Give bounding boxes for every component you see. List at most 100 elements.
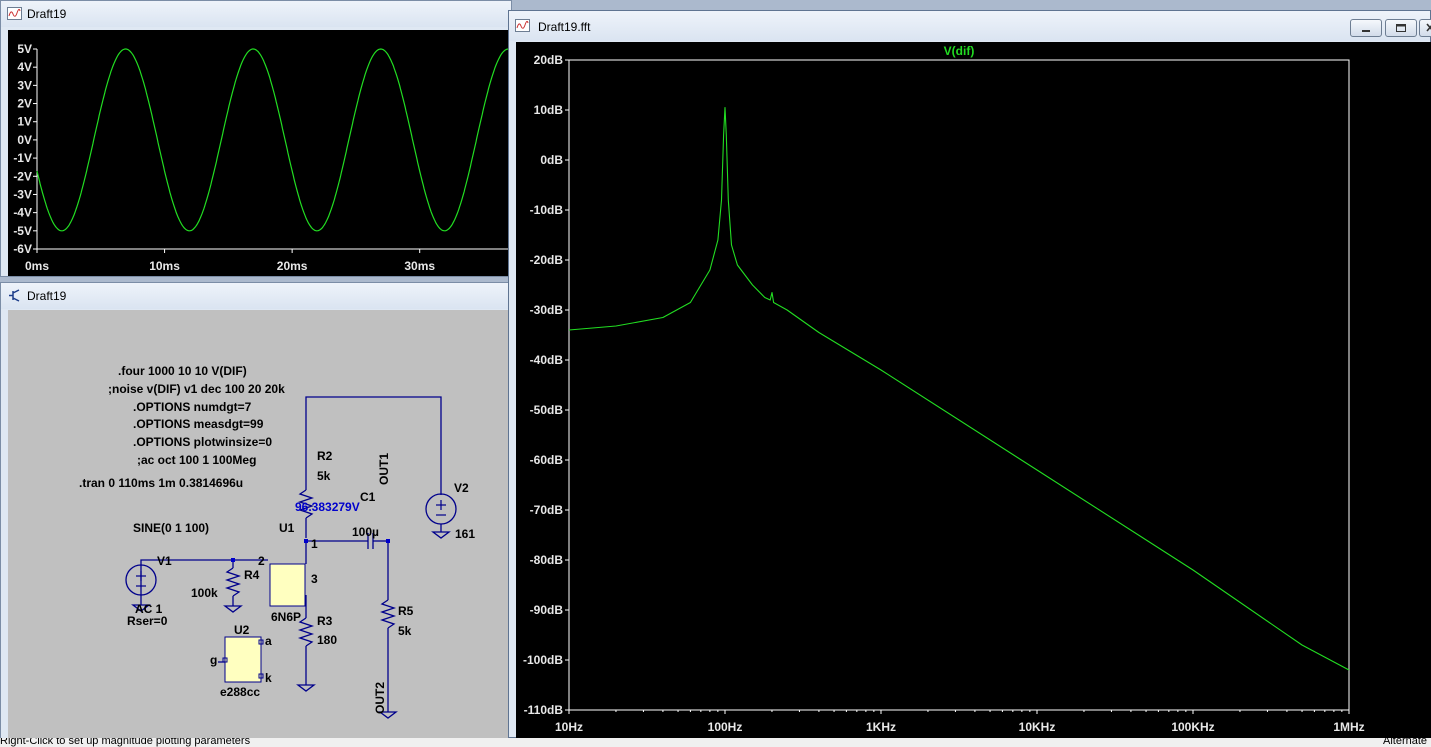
tran-y-tick-label: -1V: [13, 151, 32, 165]
fft-y-tick-label: -30dB: [530, 303, 564, 317]
schematic-wiring: [125, 396, 457, 719]
u1-body: [269, 563, 306, 607]
fft-plot-area[interactable]: V(dif) 20dB 10dB 0dB -10dB -20dB -30dB -40dB -50…: [516, 42, 1431, 739]
r5-label[interactable]: R5: [398, 604, 413, 618]
fft-x-tick-label: 10KHz: [1019, 720, 1056, 734]
fft-x-tick-label: 1KHz: [866, 720, 896, 734]
fft-window-title: Draft19.fft: [538, 20, 591, 34]
waveform-window[interactable]: Draft19 5V 4V 3V 2V 1V 0V -1V -2V -3V -4V -5V -6V 0m…: [0, 0, 512, 277]
r3-zigzag: [297, 617, 315, 647]
schematic-window[interactable]: Draft19 .four 1000 10 10 V(DIF) ;noise v…: [0, 282, 512, 740]
u2-pin-a: a: [265, 634, 272, 648]
transient-plot-area[interactable]: 5V 4V 3V 2V 1V 0V -1V -2V -3V -4V -5V -6V 0ms 10ms 20m…: [8, 30, 509, 276]
status-text: Right-Click to set up magnitude plotting…: [0, 738, 251, 747]
r2-value[interactable]: 5k: [317, 469, 330, 483]
c1-value[interactable]: 100µ: [352, 525, 379, 539]
fft-trace[interactable]: [568, 106, 1350, 671]
tran-x-tick-label: 10ms: [149, 259, 180, 273]
directive-noise[interactable]: ;noise v(DIF) v1 dec 100 20 20k: [108, 382, 285, 396]
fft-y-tick-label: -80dB: [530, 553, 564, 567]
status-right-text: Alternate: [1383, 738, 1428, 747]
fft-y-tick-label: -40dB: [530, 353, 564, 367]
close-button[interactable]: [1419, 19, 1431, 37]
fft-y-tick-label: -70dB: [530, 503, 564, 517]
waveform-icon: [515, 19, 530, 32]
fft-y-tick-label: 20dB: [534, 53, 564, 67]
fft-y-tick-label: -100dB: [523, 653, 563, 667]
fft-plot-frame: [568, 59, 1350, 711]
directive-ac[interactable]: ;ac oct 100 1 100Meg: [137, 453, 256, 467]
r3-label[interactable]: R3: [317, 614, 332, 628]
fft-titlebar[interactable]: Draft19.fft: [509, 11, 1431, 41]
close-icon: [1426, 23, 1431, 32]
u2-label[interactable]: U2: [234, 623, 249, 637]
fft-x-tick-label: 100KHz: [1171, 720, 1214, 734]
fft-window[interactable]: Draft19.fft V(dif) 20dB 10dB 0dB -10dB -20dB -…: [508, 10, 1431, 739]
schematic-titlebar[interactable]: Draft19: [1, 283, 511, 309]
r4-label[interactable]: R4: [244, 568, 259, 582]
tran-y-tick-label: -6V: [13, 242, 32, 256]
fft-y-tick-label: -110dB: [524, 703, 564, 717]
tran-y-tick-label: 5V: [17, 42, 32, 56]
fft-y-tick-label: -10dB: [530, 203, 564, 217]
v1-label[interactable]: V1: [157, 554, 172, 568]
fft-x-tick-label: 100Hz: [708, 720, 743, 734]
r5-value[interactable]: 5k: [398, 624, 411, 638]
c1-label[interactable]: C1: [360, 490, 375, 504]
v1-rser[interactable]: Rser=0: [127, 614, 167, 628]
fft-y-tick-label: -90dB: [530, 603, 564, 617]
tran-x-tick-label: 30ms: [404, 259, 435, 273]
tran-y-tick-label: 0V: [17, 133, 32, 147]
u1-label[interactable]: U1: [279, 521, 294, 535]
r2-label[interactable]: R2: [317, 449, 332, 463]
status-bar: Right-Click to set up magnitude plotting…: [0, 738, 1431, 747]
r4-value[interactable]: 100k: [191, 586, 218, 600]
fft-y-tick-label: -60dB: [530, 453, 564, 467]
minimize-button[interactable]: [1350, 19, 1382, 37]
schematic-window-title: Draft19: [27, 289, 67, 303]
fft-y-tick-label: 10dB: [534, 103, 564, 117]
directive-numdgt[interactable]: .OPTIONS numdgt=7: [133, 400, 251, 414]
tran-y-tick-label: -2V: [13, 169, 32, 183]
maximize-button[interactable]: [1385, 19, 1417, 37]
directive-four[interactable]: .four 1000 10 10 V(DIF): [118, 364, 247, 378]
u1-pin2: 2: [258, 554, 265, 568]
waveform-titlebar[interactable]: Draft19: [1, 1, 511, 27]
waveform-window-title: Draft19: [27, 7, 67, 21]
fft-y-tick-label: -50dB: [530, 403, 564, 417]
node-voltage-label: 96.383279V: [295, 500, 360, 514]
tran-x-tick-label: 20ms: [277, 259, 308, 273]
directive-measdgt[interactable]: .OPTIONS measdgt=99: [133, 417, 263, 431]
tran-y-tick-label: 2V: [17, 97, 32, 111]
out1-label[interactable]: OUT1: [377, 453, 391, 485]
tran-y-tick-label: -4V: [13, 206, 32, 220]
sine-source-label[interactable]: SINE(0 1 100): [133, 521, 209, 535]
tran-trace[interactable]: [36, 48, 509, 232]
transient-plot[interactable]: 5V 4V 3V 2V 1V 0V -1V -2V -3V -4V -5V -6V 0ms 10ms 20m…: [8, 30, 509, 276]
fft-y-tick-label: 0dB: [540, 153, 563, 167]
fft-plot[interactable]: V(dif) 20dB 10dB 0dB -10dB -20dB -30dB -40dB -50…: [516, 42, 1431, 739]
r5-zigzag: [379, 599, 397, 629]
directive-plotwinsize[interactable]: .OPTIONS plotwinsize=0: [133, 435, 272, 449]
tran-y-tick-label: 1V: [17, 115, 32, 129]
u2-part[interactable]: e288cc: [220, 685, 260, 699]
tran-y-tick-label: 4V: [17, 60, 32, 74]
tran-x-tick-label: 0ms: [25, 259, 49, 273]
r3-value[interactable]: 180: [317, 633, 337, 647]
u1-pin3: 3: [311, 572, 318, 586]
fft-x-tick-label: 10Hz: [555, 720, 583, 734]
schematic-canvas[interactable]: .four 1000 10 10 V(DIF) ;noise v(DIF) v1…: [8, 310, 509, 739]
r4-zigzag: [224, 567, 242, 597]
v2-label[interactable]: V2: [454, 481, 469, 495]
fft-x-tick-label: 1MHz: [1333, 720, 1364, 734]
fft-y-tick-label: -20dB: [530, 253, 564, 267]
fft-trace-label[interactable]: V(dif): [944, 44, 975, 58]
directive-tran[interactable]: .tran 0 110ms 1m 0.3814696u: [79, 476, 243, 490]
tran-y-tick-label: -3V: [13, 187, 32, 201]
tran-y-tick-label: -5V: [13, 224, 32, 238]
u1-part[interactable]: 6N6P: [271, 610, 301, 624]
minimize-icon: [1362, 30, 1370, 32]
v2-value[interactable]: 161: [455, 527, 475, 541]
transistor-icon: [9, 289, 20, 302]
out2-label[interactable]: OUT2: [373, 682, 387, 714]
